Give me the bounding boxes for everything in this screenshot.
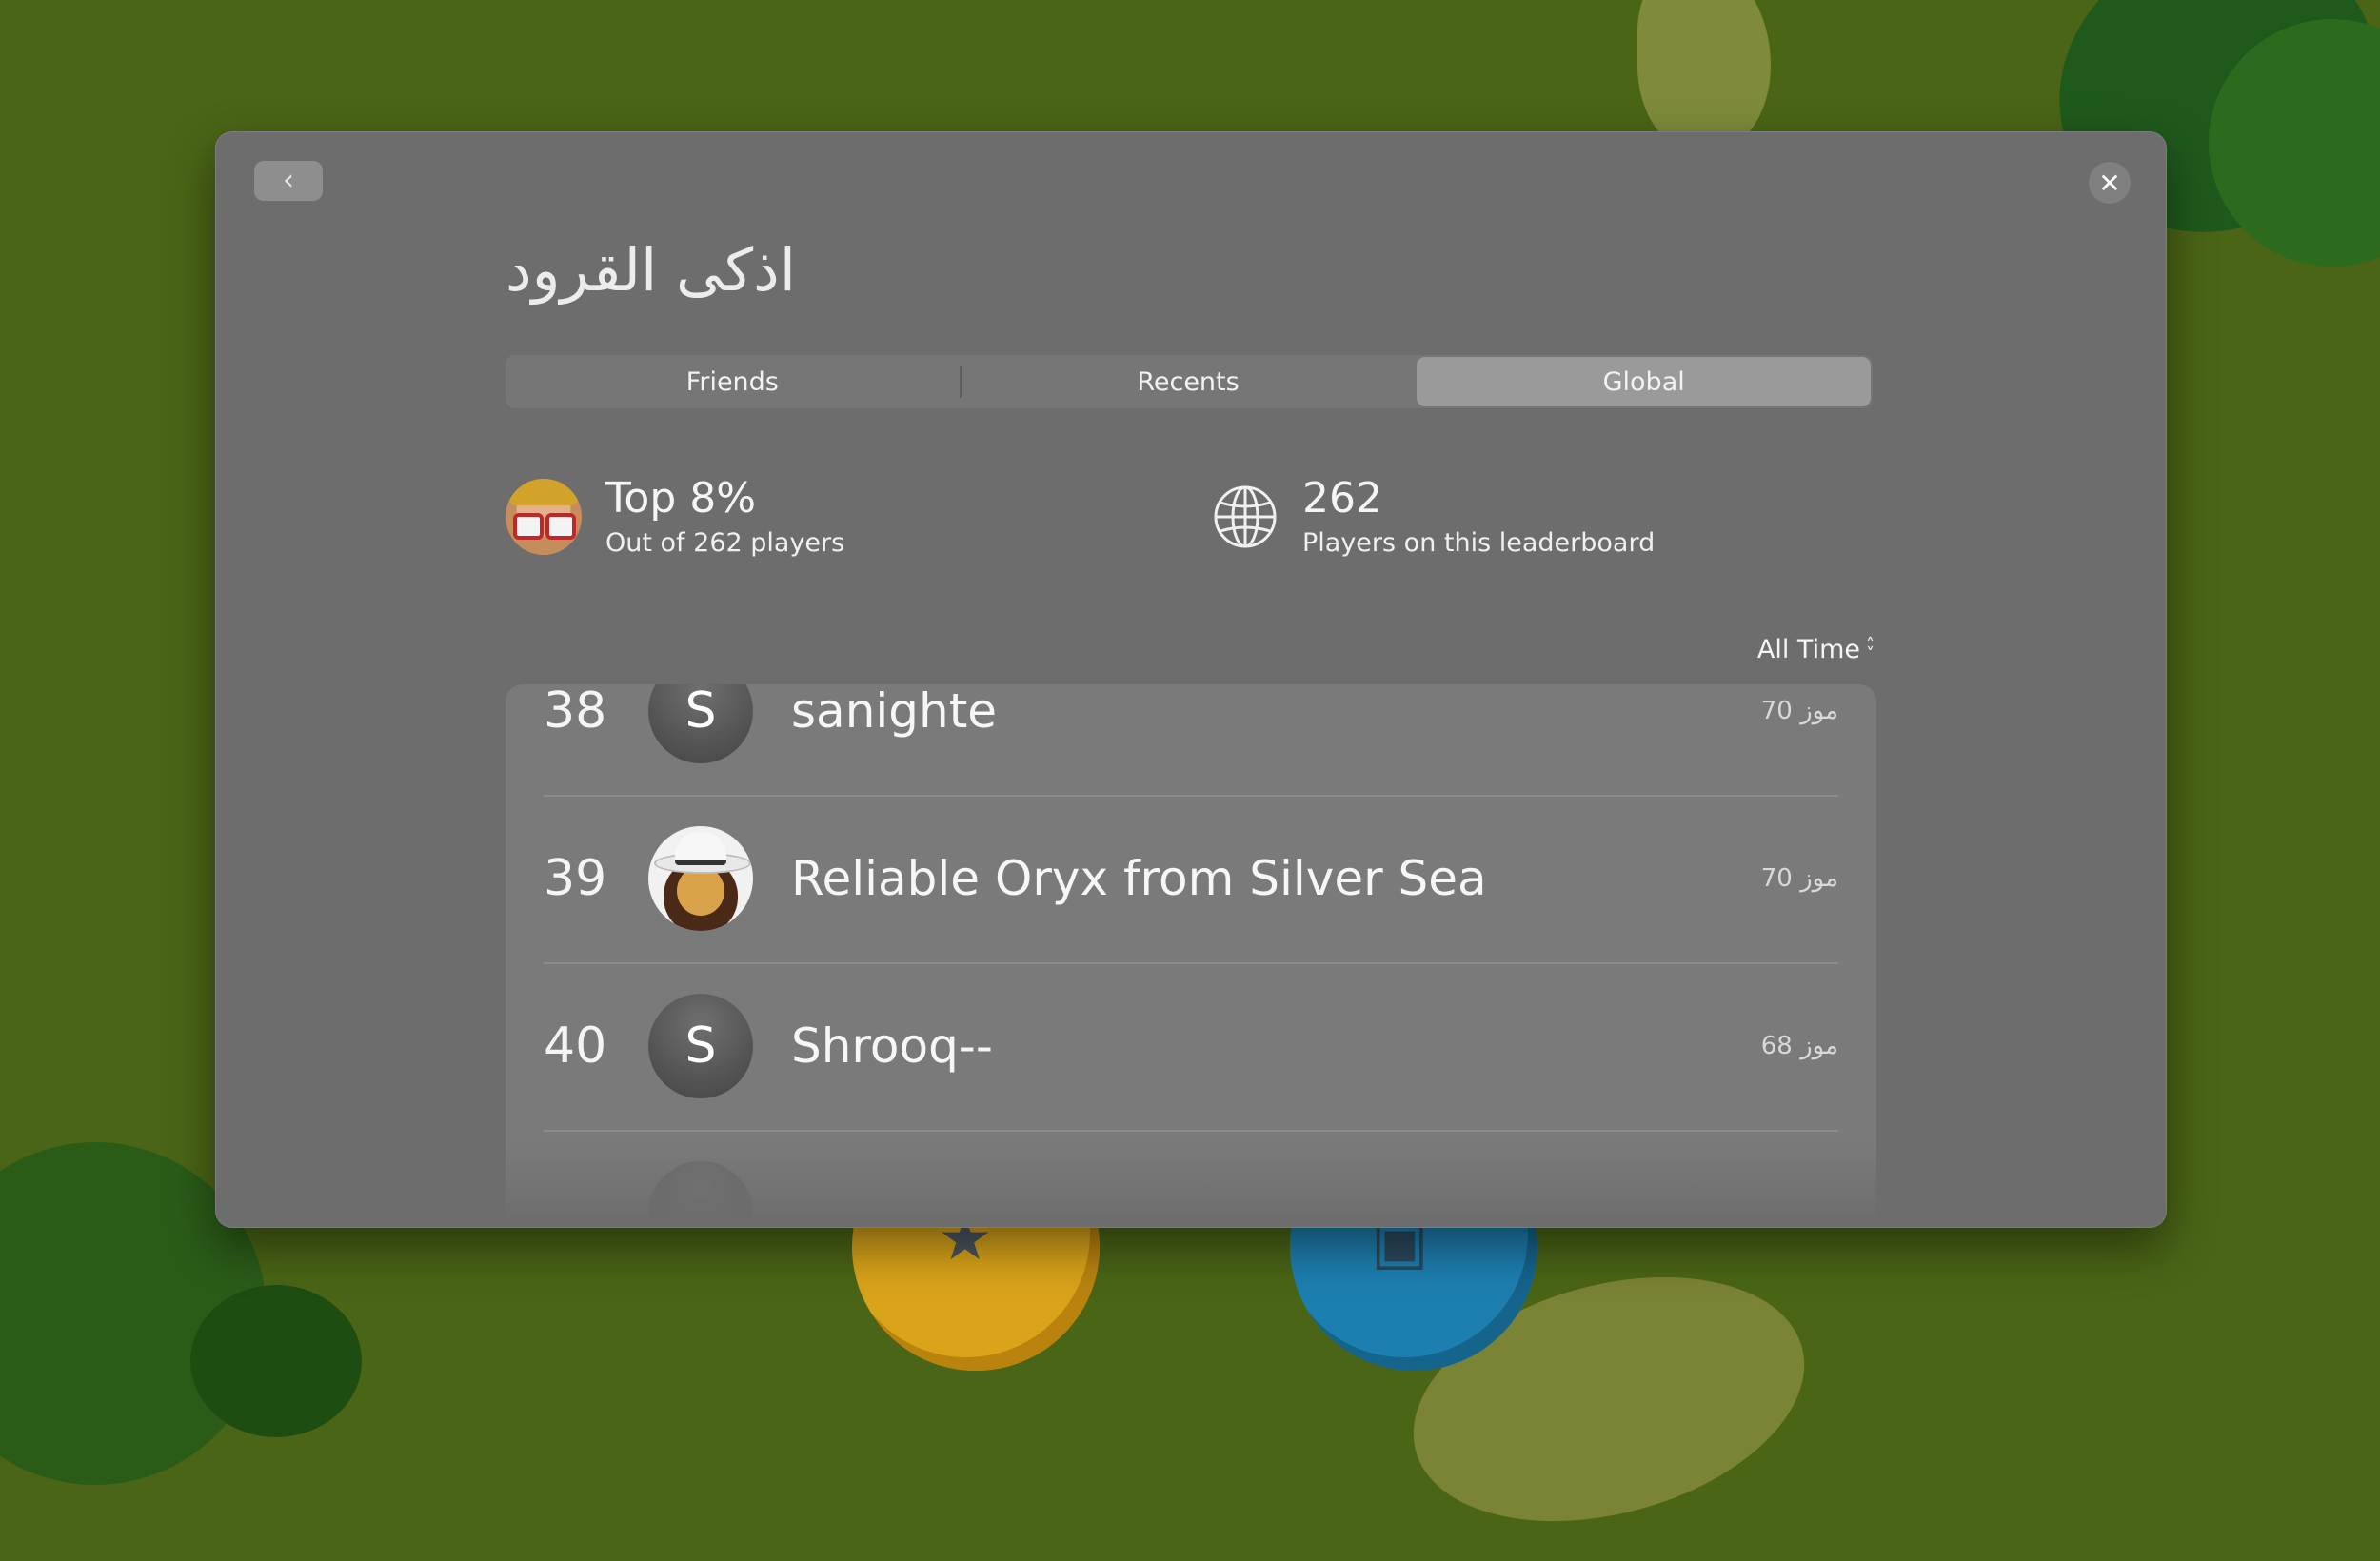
player-name: sanighte bbox=[791, 684, 998, 739]
tab-friends[interactable]: Friends bbox=[506, 355, 960, 408]
player-score: 68 موز bbox=[1760, 1032, 1838, 1060]
tab-recents[interactable]: Recents bbox=[962, 355, 1416, 408]
tab-global[interactable]: Global bbox=[1417, 357, 1872, 406]
avatar bbox=[648, 826, 753, 931]
chevron-left-icon: ‹ bbox=[283, 164, 294, 197]
updown-chevron-icon: ˄ ˅ bbox=[1866, 634, 1874, 664]
list-item[interactable]: 39 Reliable Oryx from Silver Sea 70 موز bbox=[544, 795, 1838, 964]
avatar bbox=[506, 479, 582, 555]
background-banana bbox=[1637, 0, 1771, 152]
list-item[interactable]: 40 S Shrooq-- 68 موز bbox=[544, 962, 1838, 1132]
time-filter-label: All Time bbox=[1756, 635, 1860, 664]
globe-icon bbox=[1214, 485, 1277, 548]
list-fade bbox=[506, 1141, 1876, 1227]
player-count: 262 bbox=[1302, 474, 1382, 523]
player-name: Reliable Oryx from Silver Sea bbox=[791, 851, 1487, 906]
back-button[interactable]: ‹ bbox=[254, 161, 323, 201]
my-rank-stat: Top 8% Out of 262 players bbox=[506, 473, 844, 561]
page-title: اذكى القرود bbox=[506, 235, 796, 305]
avatar: S bbox=[648, 684, 753, 763]
close-button[interactable]: ✕ bbox=[2089, 162, 2131, 204]
leaderboard-panel: ‹ ✕ اذكى القرود Friends Recents Global T… bbox=[215, 131, 2167, 1228]
player-score: 70 موز bbox=[1760, 864, 1838, 893]
player-count-stat: 262 Players on this leaderboard bbox=[1208, 473, 1655, 561]
list-item[interactable]: 38 S sanighte 70 موز bbox=[544, 684, 1838, 797]
leaderboard-list[interactable]: 38 S sanighte 70 موز 39 Reliable Oryx fr… bbox=[506, 684, 1876, 1227]
my-rank-subtitle: Out of 262 players bbox=[605, 528, 845, 558]
player-count-subtitle: Players on this leaderboard bbox=[1302, 528, 1656, 558]
player-score: 70 موز bbox=[1760, 697, 1838, 725]
avatar: S bbox=[648, 994, 753, 1098]
rank-number: 38 bbox=[544, 684, 607, 740]
scope-tabs: Friends Recents Global bbox=[506, 355, 1873, 408]
player-name: Shrooq-- bbox=[791, 1018, 993, 1074]
rank-number: 39 bbox=[544, 850, 607, 907]
rank-number: 40 bbox=[544, 1018, 607, 1075]
time-filter-dropdown[interactable]: All Time ˄ ˅ bbox=[1757, 635, 1874, 664]
close-icon: ✕ bbox=[2098, 167, 2121, 199]
my-rank-percentile: Top 8% bbox=[605, 474, 757, 523]
background-leaf bbox=[190, 1285, 362, 1437]
